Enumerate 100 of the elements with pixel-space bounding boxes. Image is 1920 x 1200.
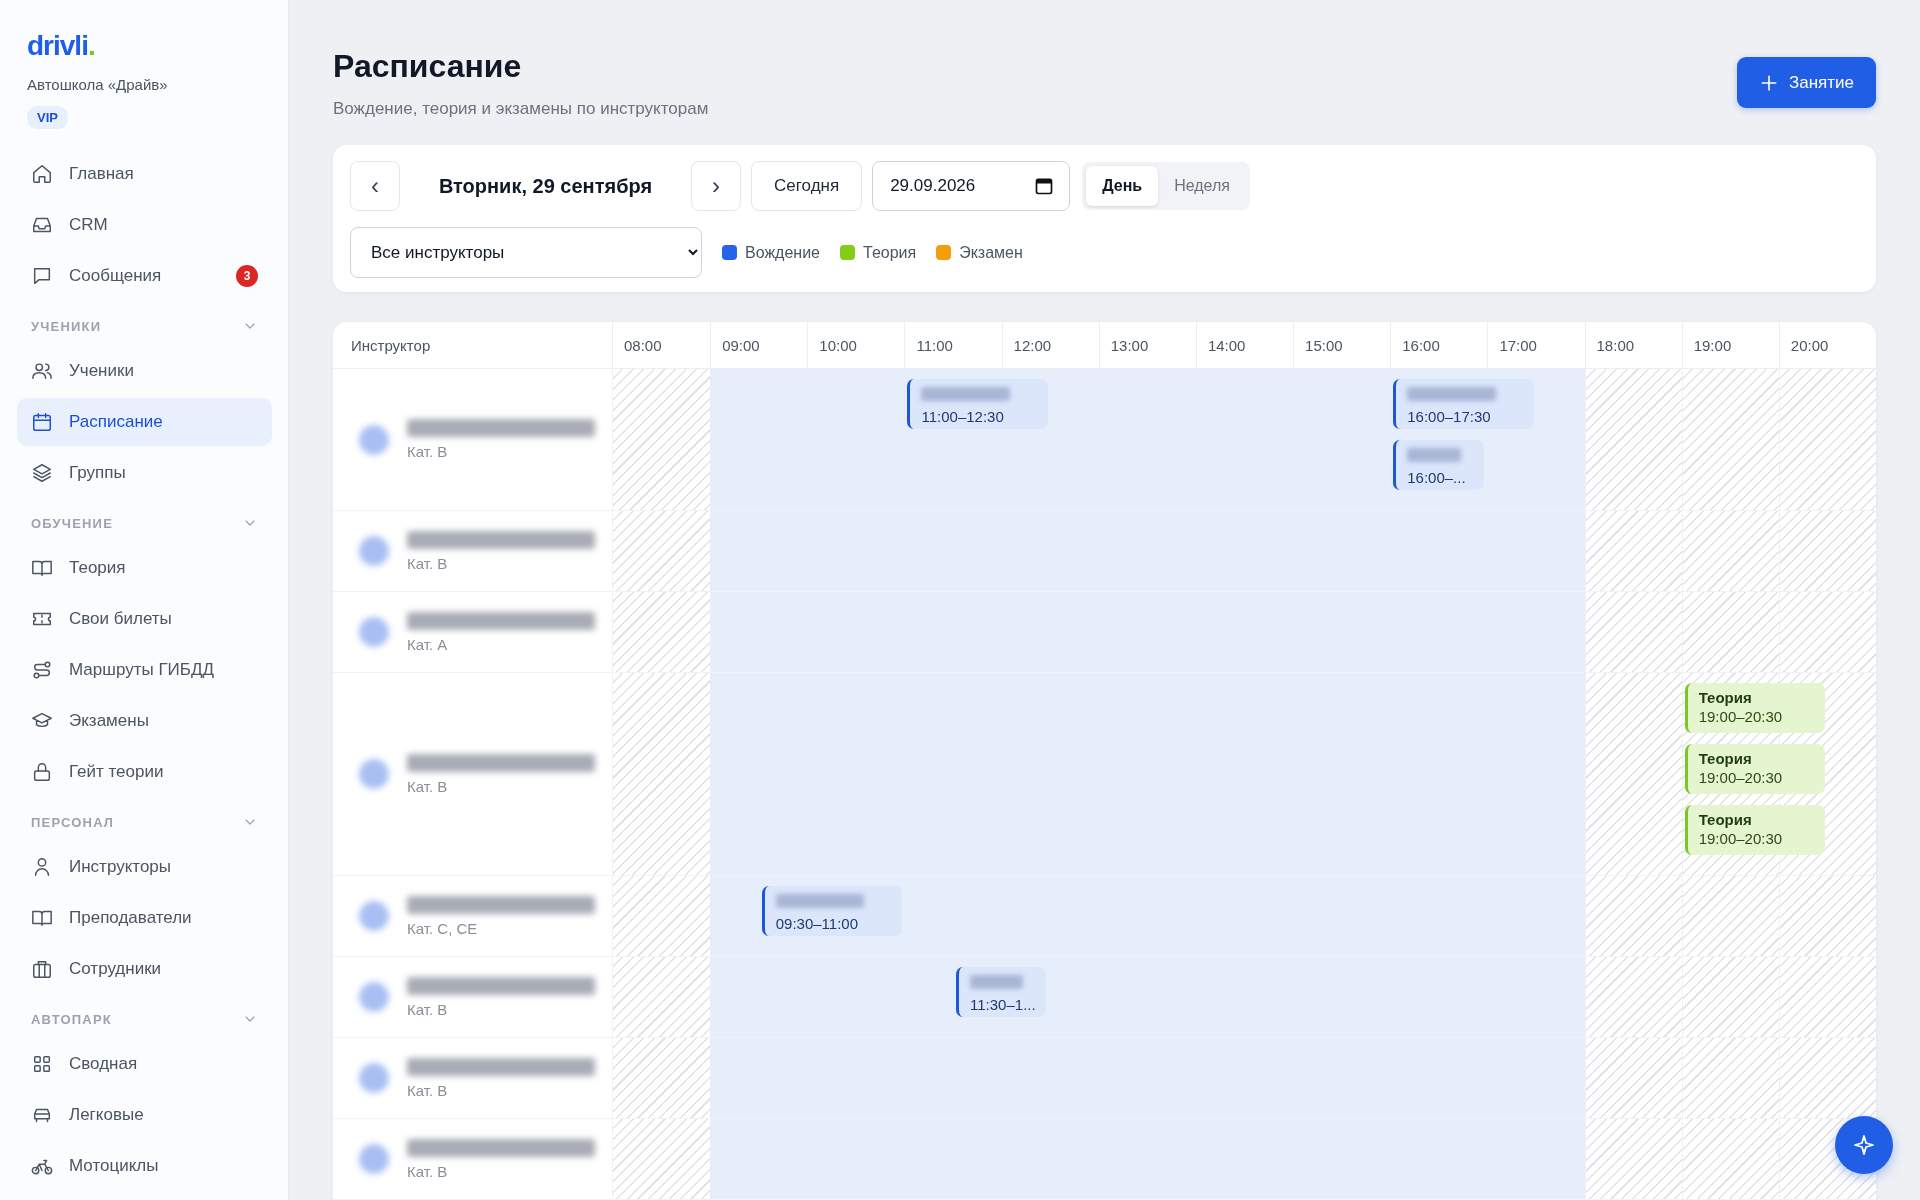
hour-header: 09:00 (710, 322, 808, 368)
lesson-card[interactable]: 11:30–1... (956, 967, 1047, 1017)
nav-item[interactable]: Ученики (17, 347, 272, 395)
nav-item[interactable]: Группы (17, 449, 272, 497)
grid-icon (31, 1053, 53, 1075)
lesson-card[interactable]: 09:30–11:00 (761, 886, 903, 936)
lesson-time: 11:00–12:30 (921, 407, 1005, 426)
nav-item[interactable]: Легковые (17, 1091, 272, 1139)
blurred-avatar (359, 536, 389, 566)
blurred-avatar (359, 982, 389, 1012)
route-icon (31, 659, 53, 681)
hour-header: 20:00 (1778, 322, 1876, 368)
blurred-avatar (359, 617, 389, 647)
hour-header: 10:00 (807, 322, 905, 368)
hour-header: 13:00 (1098, 322, 1196, 368)
view-tab[interactable]: Неделя (1158, 166, 1246, 206)
category-label: Кат. B (407, 1081, 449, 1099)
date-title: Вторник, 29 сентября (437, 174, 654, 198)
legend-label: Теория (863, 243, 917, 262)
logo[interactable]: drivli. (27, 30, 95, 62)
nav-item[interactable]: Экзамены (17, 697, 272, 745)
blurred-title (970, 975, 1024, 989)
lesson-time: 19:00–20:30 (1698, 707, 1784, 726)
nav-item[interactable]: Преподаватели (17, 894, 272, 942)
blurred-avatar (359, 901, 389, 931)
plan-badge: VIP (27, 106, 68, 129)
nav-item[interactable]: Маршруты ГИБДД (17, 646, 272, 694)
add-lesson-button[interactable]: Занятие (1736, 57, 1876, 108)
calendar-icon (31, 411, 53, 433)
chat-icon (31, 265, 53, 287)
school-name: Автошкола «Драйв» (27, 76, 168, 93)
lesson-title: Теория (1698, 750, 1753, 768)
date-field[interactable]: 29.09.2026 (872, 161, 1071, 211)
lesson-card[interactable]: 16:00–... (1393, 440, 1484, 490)
nav-item[interactable]: Расписание (17, 398, 272, 446)
lesson-card[interactable]: 11:00–12:30 (907, 379, 1049, 429)
section-title: ОБУЧЕНИЕ (31, 515, 114, 531)
today-button[interactable]: Сегодня (751, 161, 863, 211)
hour-header: 14:00 (1195, 322, 1294, 368)
layers-icon (31, 462, 53, 484)
nav-item[interactable]: CRM (17, 201, 272, 249)
page-subtitle: Вождение, теория и экзамены по инструкторам (333, 99, 709, 119)
category-label: Кат. B (407, 554, 449, 572)
category-label: Кат. A (407, 635, 449, 653)
column-header: Инструктор (333, 322, 613, 368)
legend-label: Экзамен (959, 243, 1023, 262)
lesson-time: 09:30–11:00 (775, 914, 860, 933)
lesson-card[interactable]: Теория 19:00–20:30 (1684, 744, 1826, 794)
home-icon (31, 163, 53, 185)
hour-header: 19:00 (1681, 322, 1779, 368)
nav-item[interactable]: Сообщения 3 (17, 252, 272, 300)
section-title: АВТОПАРК (31, 1011, 112, 1027)
nav-item[interactable]: Инструкторы (17, 843, 272, 891)
nav-item[interactable]: Мотоциклы (17, 1142, 272, 1190)
legend-label: Вождение (745, 243, 820, 262)
blurred-avatar (359, 424, 389, 455)
lesson-time: 16:00–17:30 (1407, 407, 1492, 426)
lesson-card[interactable]: 16:00–17:30 (1393, 379, 1534, 429)
section-title: ПЕРСОНАЛ (31, 814, 115, 830)
lesson-time: 11:30–1... (970, 995, 1037, 1014)
nav-item[interactable]: Сводная (17, 1040, 272, 1088)
nav-item[interactable]: Сотрудники (17, 945, 272, 993)
hour-header: 11:00 (904, 322, 1002, 368)
blurred-avatar (359, 759, 389, 789)
lock-icon (31, 761, 53, 783)
nav-item[interactable]: Свои билеты (17, 595, 272, 643)
sparkle-icon (1852, 1133, 1876, 1157)
lesson-time: 19:00–20:30 (1698, 829, 1784, 848)
category-label: Кат. B (407, 1000, 449, 1018)
previous-day-button[interactable]: ‹ (350, 161, 400, 211)
hour-header: 12:00 (1001, 322, 1099, 368)
hour-header: 16:00 (1390, 322, 1488, 368)
hour-header: 15:00 (1293, 322, 1391, 368)
lesson-time: 19:00–20:30 (1698, 768, 1784, 787)
hour-header: 17:00 (1487, 322, 1585, 368)
hour-header: 08:00 (623, 335, 663, 356)
lesson-card[interactable]: Теория 19:00–20:30 (1684, 805, 1826, 855)
briefcase-icon (31, 958, 53, 980)
blurred-title (1407, 448, 1461, 462)
lesson-time: 16:00–... (1407, 468, 1467, 487)
lesson-card[interactable]: Теория 19:00–20:30 (1684, 683, 1826, 733)
hour-header: 18:00 (1584, 322, 1682, 368)
nav-item[interactable]: Гейт теории (17, 748, 272, 796)
category-label: Кат. B (407, 777, 449, 795)
users-icon (31, 360, 53, 382)
view-tab[interactable]: День (1086, 166, 1159, 206)
calendar-icon[interactable] (1034, 176, 1055, 196)
lesson-title: Теория (1698, 811, 1753, 829)
blurred-avatar (359, 1144, 389, 1174)
category-label: Кат. B (407, 1162, 449, 1180)
next-day-button[interactable]: › (691, 161, 741, 211)
nav-item[interactable]: Теория (17, 544, 272, 592)
section-title: УЧЕНИКИ (31, 318, 102, 334)
blurred-avatar (359, 1063, 389, 1093)
page-title: Расписание (333, 48, 523, 85)
count-badge: 3 (236, 265, 258, 287)
instructor-select[interactable]: Все инструкторы (350, 227, 702, 278)
lesson-title: Теория (1698, 689, 1753, 707)
nav-item[interactable]: Главная (17, 150, 272, 198)
category-label: Кат. B (407, 443, 449, 460)
